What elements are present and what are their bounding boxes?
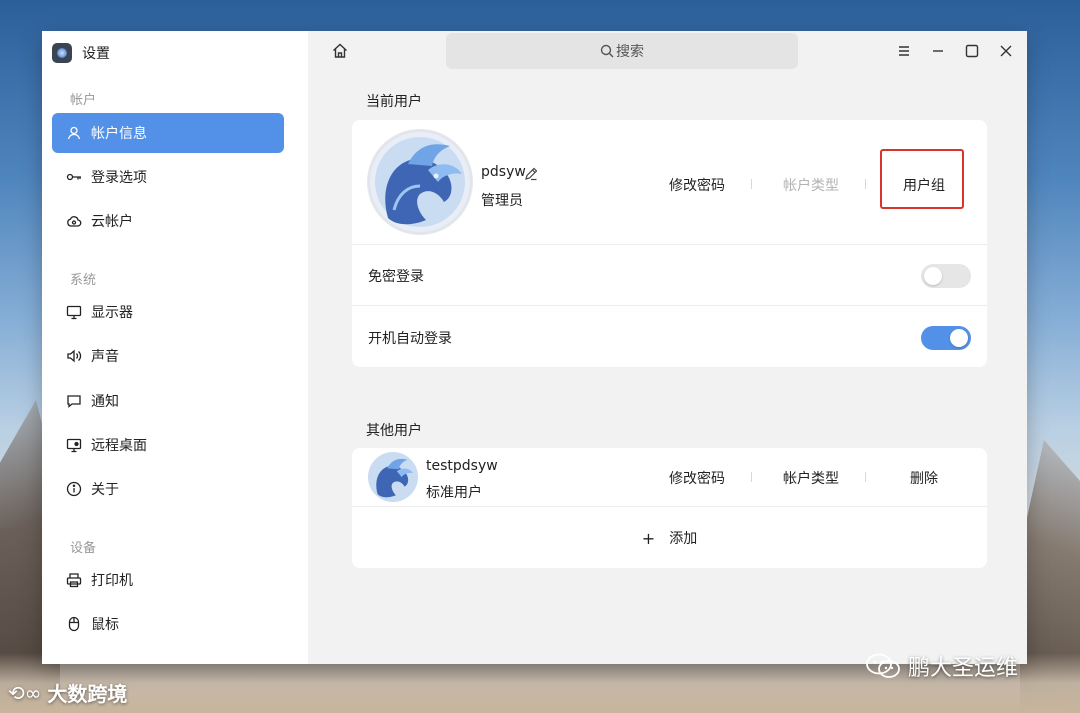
search-icon (600, 44, 614, 58)
minimize-icon (933, 50, 943, 52)
other-user-name: testpdsyw (426, 458, 498, 474)
add-user-label: 添加 (669, 531, 698, 547)
auto-login-label: 开机自动登录 (368, 331, 452, 347)
close-icon (1000, 45, 1012, 57)
maximize-button[interactable] (962, 41, 982, 61)
sidebar-item-label: 通知 (91, 394, 119, 410)
maximize-icon (965, 44, 979, 58)
hamburger-menu-icon (899, 46, 909, 56)
toggle-knob (950, 329, 968, 347)
sidebar-item-sound[interactable]: 声音 (52, 336, 284, 376)
other-users-card: testpdsyw 标准用户 修改密码 帐户类型 删除 + 添加 (352, 448, 987, 568)
sidebar-item-label: 显示器 (91, 305, 133, 321)
row-divider (352, 305, 987, 306)
section-title-devices: 设备 (70, 541, 97, 556)
app-title: 设置 (82, 46, 110, 62)
edit-name-button[interactable] (524, 166, 538, 181)
other-user-account-type-button[interactable]: 帐户类型 (783, 468, 839, 488)
dragon-avatar-icon (368, 452, 418, 502)
sidebar-item-printer[interactable]: 打印机 (52, 560, 284, 600)
close-button[interactable] (996, 41, 1016, 61)
monitor-icon (66, 304, 82, 320)
watermark-left: ⟲∞ 大数跨境 (8, 678, 127, 707)
content-area: 搜索 当前用户 pdsyw 管理员 修改密码 帐户类型 用户组 免密登录 开机自… (308, 31, 1027, 664)
sidebar-item-about[interactable]: 关于 (52, 469, 284, 509)
menu-button[interactable] (894, 41, 914, 61)
sidebar-item-login-options[interactable]: 登录选项 (52, 157, 284, 197)
section-title-system: 系统 (70, 273, 97, 288)
change-password-button[interactable]: 修改密码 (669, 175, 725, 195)
watermark-left-text: 大数跨境 (47, 682, 128, 706)
other-user-change-password-button[interactable]: 修改密码 (669, 468, 725, 488)
action-separator (751, 472, 752, 482)
current-user-avatar[interactable] (368, 130, 472, 234)
sidebar-item-display[interactable]: 显示器 (52, 292, 284, 332)
info-icon (66, 481, 82, 497)
minimize-button[interactable] (928, 41, 948, 61)
home-button[interactable] (330, 41, 350, 61)
sidebar-item-label: 帐户信息 (91, 126, 147, 142)
row-divider (352, 244, 987, 245)
user-icon (66, 125, 82, 141)
current-user-section-label: 当前用户 (366, 94, 422, 110)
speaker-icon (66, 348, 82, 364)
sidebar-item-account-info[interactable]: 帐户信息 (52, 113, 284, 153)
pencil-icon (525, 167, 538, 181)
settings-app-icon (52, 43, 72, 63)
settings-window: 设置 帐户 帐户信息 登录选项 云帐户 系统 显示器 声音 通知 远程桌面 关于… (42, 31, 1027, 664)
dragon-avatar-icon (370, 132, 470, 232)
user-group-highlight-box (880, 149, 964, 209)
sidebar-item-notifications[interactable]: 通知 (52, 381, 284, 421)
cloud-icon (66, 213, 82, 229)
delete-user-button[interactable]: 删除 (910, 468, 938, 488)
notification-icon (66, 393, 82, 409)
sidebar-item-label: 声音 (91, 349, 119, 365)
other-user-role: 标准用户 (426, 485, 482, 501)
watermark-right-text: 鹏大圣运维 (908, 656, 1019, 681)
sidebar-item-label: 鼠标 (91, 617, 119, 633)
action-separator (751, 179, 752, 189)
titlebar: 搜索 (308, 31, 1027, 71)
passwordless-login-toggle[interactable] (921, 264, 971, 288)
sidebar-item-label: 远程桌面 (91, 438, 147, 454)
account-type-button[interactable]: 帐户类型 (783, 175, 839, 195)
watermark-logo-icon: ⟲∞ (8, 680, 42, 705)
auto-login-toggle[interactable] (921, 326, 971, 350)
mouse-icon (66, 616, 82, 632)
search-placeholder: 搜索 (616, 44, 644, 60)
key-icon (66, 169, 82, 185)
sidebar-item-label: 云帐户 (91, 214, 133, 230)
sidebar-item-label: 打印机 (91, 573, 133, 589)
watermark-right: 鹏大圣运维 (866, 648, 1018, 684)
sidebar-item-label: 登录选项 (91, 170, 147, 186)
add-user-button[interactable]: + 添加 (352, 507, 987, 568)
action-separator (865, 472, 866, 482)
search-input[interactable]: 搜索 (446, 33, 798, 69)
sidebar: 设置 帐户 帐户信息 登录选项 云帐户 系统 显示器 声音 通知 远程桌面 关于… (42, 31, 308, 664)
remote-desktop-icon (66, 437, 82, 453)
sidebar-item-mouse[interactable]: 鼠标 (52, 604, 284, 644)
current-user-name: pdsyw (481, 164, 526, 180)
plus-icon: + (641, 528, 656, 548)
wechat-icon (866, 653, 900, 678)
home-icon (333, 43, 347, 58)
action-separator (865, 179, 866, 189)
sidebar-item-remote-desktop[interactable]: 远程桌面 (52, 425, 284, 465)
printer-icon (66, 572, 82, 588)
current-user-role: 管理员 (481, 193, 523, 209)
other-user-avatar[interactable] (368, 452, 418, 502)
toggle-knob (924, 267, 942, 285)
other-users-section-label: 其他用户 (366, 423, 422, 439)
sidebar-item-cloud-account[interactable]: 云帐户 (52, 201, 284, 241)
section-title-account: 帐户 (70, 93, 97, 108)
current-user-card: pdsyw 管理员 修改密码 帐户类型 用户组 免密登录 开机自动登录 (352, 120, 987, 367)
passwordless-login-label: 免密登录 (368, 269, 424, 285)
sidebar-item-label: 关于 (91, 482, 119, 498)
app-header: 设置 (52, 41, 110, 65)
